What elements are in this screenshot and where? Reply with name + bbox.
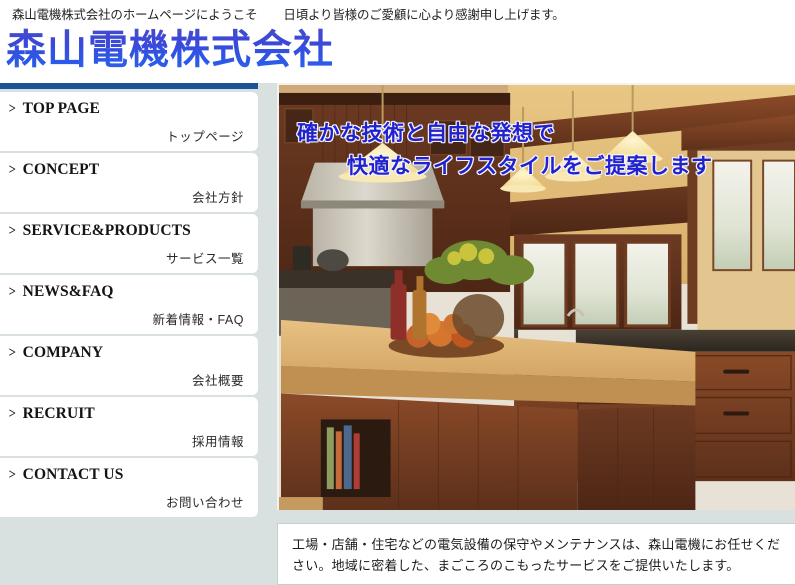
sidebar-label-text: NEWS&FAQ (22, 283, 114, 300)
sidebar-item-label-en: > CONCEPT (8, 161, 99, 179)
page-layout: > TOP PAGE トップページ > CONCEPT 会社方針 > SERVI… (0, 83, 795, 585)
sidebar-item-label-jp: トップページ (166, 130, 244, 144)
sidebar-item-label-jp: 新着情報・FAQ (152, 313, 244, 327)
sidebar-item-label-en: > RECRUIT (8, 405, 95, 423)
sidebar-item-company[interactable]: > COMPANY 会社概要 (0, 336, 258, 395)
sidebar-item-news-faq[interactable]: > NEWS&FAQ 新着情報・FAQ (0, 275, 258, 334)
chevron-right-icon: > (8, 222, 17, 239)
chevron-right-icon: > (8, 344, 17, 361)
sidebar-label-text: TOP PAGE (22, 100, 100, 117)
description-text: 工場・店舗・住宅などの電気設備の保守やメンテナンスは、森山電機にお任せください。… (292, 537, 781, 574)
chevron-right-icon: > (8, 405, 17, 422)
sidebar-item-label-jp: お問い合わせ (165, 496, 244, 510)
sidebar-label-text: CONCEPT (22, 161, 100, 178)
sidebar-item-top-page[interactable]: > TOP PAGE トップページ (0, 92, 258, 151)
welcome-message: 森山電機株式会社のホームページにようこそ (12, 7, 258, 22)
sidebar-item-label-en: > CONTACT US (8, 466, 124, 484)
hero-headline-line2: 快適なライフスタイルをご提案します (347, 153, 713, 178)
site-header: 森山電機株式会社 (0, 26, 795, 83)
chevron-right-icon: > (8, 161, 17, 178)
sidebar-item-concept[interactable]: > CONCEPT 会社方針 (0, 153, 258, 212)
sidebar-label-text: CONTACT US (22, 466, 124, 483)
sidebar-item-service-products[interactable]: > SERVICE&PRODUCTS サービス一覧 (0, 214, 258, 273)
sidebar-item-label-en: > NEWS&FAQ (8, 283, 114, 301)
thanks-message: 日頃より皆様のご愛顧に心より感謝申し上げます。 (283, 7, 565, 22)
description-box: 工場・店舗・住宅などの電気設備の保守やメンテナンスは、森山電機にお任せください。… (277, 523, 795, 585)
sidebar-item-label-jp: 会社概要 (191, 374, 244, 388)
sidebar-item-label-jp: 採用情報 (191, 435, 244, 449)
sidebar-item-label-en: > TOP PAGE (8, 100, 100, 118)
hero-headline-line1: 確かな技術と自由な発想で (297, 121, 555, 145)
chevron-right-icon: > (8, 283, 17, 300)
hero-banner: 確かな技術と自由な発想で 快適なライフスタイルをご提案します (277, 83, 795, 510)
sidebar-item-label-en: > SERVICE&PRODUCTS (8, 222, 191, 240)
chevron-right-icon: > (8, 100, 17, 117)
sidebar-navigation: > TOP PAGE トップページ > CONCEPT 会社方針 > SERVI… (0, 83, 258, 519)
hero-headline: 確かな技術と自由な発想で 快適なライフスタイルをご提案します (279, 117, 795, 182)
sidebar-item-label-en: > COMPANY (8, 344, 103, 362)
sidebar-label-text: SERVICE&PRODUCTS (22, 222, 191, 239)
chevron-right-icon: > (8, 466, 17, 483)
sidebar-accent-bar (0, 83, 258, 89)
sidebar-item-label-jp: サービス一覧 (165, 252, 244, 266)
sidebar-item-recruit[interactable]: > RECRUIT 採用情報 (0, 397, 258, 456)
sidebar-label-text: COMPANY (22, 344, 104, 361)
main-content: 確かな技術と自由な発想で 快適なライフスタイルをご提案します (277, 83, 795, 510)
sidebar-label-text: RECRUIT (22, 405, 95, 422)
company-logo[interactable]: 森山電機株式会社 (6, 22, 334, 79)
sidebar-item-label-jp: 会社方針 (191, 191, 244, 205)
sidebar-item-contact-us[interactable]: > CONTACT US お問い合わせ (0, 458, 258, 517)
